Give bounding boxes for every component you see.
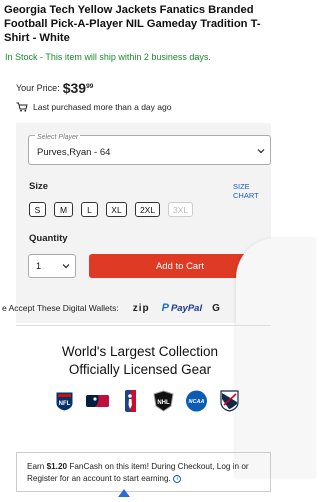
price-row: Your Price: $39 99 <box>16 80 94 96</box>
svg-text:NHL: NHL <box>157 400 170 406</box>
headline-line-2: Officially Licensed Gear <box>68 362 212 377</box>
chevron-down-icon[interactable] <box>62 263 70 269</box>
fancash-pre: Earn <box>27 462 47 471</box>
mls-logo[interactable] <box>218 390 241 412</box>
league-logos: NFL NHL NCAA <box>53 390 241 412</box>
last-purchased-text: Last purchased more than a day ago <box>33 102 172 112</box>
digital-wallets: e Accept These Digital Wallets: zip P Pa… <box>2 302 220 314</box>
paypal-text: PayPal <box>170 302 203 314</box>
size-option-xl[interactable]: XL <box>106 202 127 217</box>
price-label: Your Price: <box>16 83 60 93</box>
headline-line-1: World's Largest Collection <box>61 344 219 359</box>
svg-text:NCAA: NCAA <box>189 399 205 405</box>
player-select-value: Purves,Ryan - 64 <box>37 147 111 158</box>
nba-logo[interactable] <box>119 390 142 412</box>
quantity-label: Quantity <box>29 233 68 244</box>
wallets-label: e Accept These Digital Wallets: <box>2 303 119 313</box>
last-purchased: Last purchased more than a day ago <box>16 102 171 112</box>
size-option-l[interactable]: L <box>81 202 98 217</box>
stock-status: In Stock - This item will ship within 2 … <box>5 52 211 62</box>
product-title: Georgia Tech Yellow Jackets Fanatics Bra… <box>4 4 261 44</box>
collection-headline: World's Largest Collection Officially Li… <box>30 343 250 379</box>
size-label: Size <box>29 181 49 192</box>
player-select-legend: Select Player <box>35 134 81 141</box>
quantity-value: 1 <box>36 261 42 271</box>
nfl-logo[interactable]: NFL <box>53 390 76 412</box>
svg-text:NFL: NFL <box>59 401 71 407</box>
size-option-s[interactable]: S <box>29 202 46 217</box>
size-option-3xl: 3XL <box>168 202 193 217</box>
info-icon[interactable]: i <box>173 474 182 483</box>
paypal-icon: P <box>161 302 169 314</box>
divider <box>16 325 271 326</box>
cart-icon <box>16 102 28 112</box>
price-dollars: $39 <box>62 80 87 96</box>
tooltip-pointer <box>118 489 130 497</box>
nhl-logo[interactable]: NHL <box>152 390 175 412</box>
mlb-logo[interactable] <box>86 390 109 412</box>
size-option-m[interactable]: M <box>54 202 73 217</box>
size-option-2xl[interactable]: 2XL <box>135 202 160 217</box>
size-chart-link[interactable]: SIZE CHART <box>233 182 271 200</box>
zip-logo: zip <box>132 302 150 314</box>
paypal-logo: P PayPal <box>162 302 203 314</box>
price-cents: 99 <box>86 83 94 90</box>
fancash-amount: $1.20 <box>46 462 68 471</box>
fancash-notice: Earn $1.20 FanCash on this item! During … <box>16 452 271 492</box>
chevron-down-icon[interactable] <box>257 148 265 154</box>
ncaa-logo[interactable]: NCAA <box>185 390 208 412</box>
google-pay-logo: G <box>212 302 220 314</box>
size-options: S M L XL 2XL 3XL <box>29 202 193 217</box>
